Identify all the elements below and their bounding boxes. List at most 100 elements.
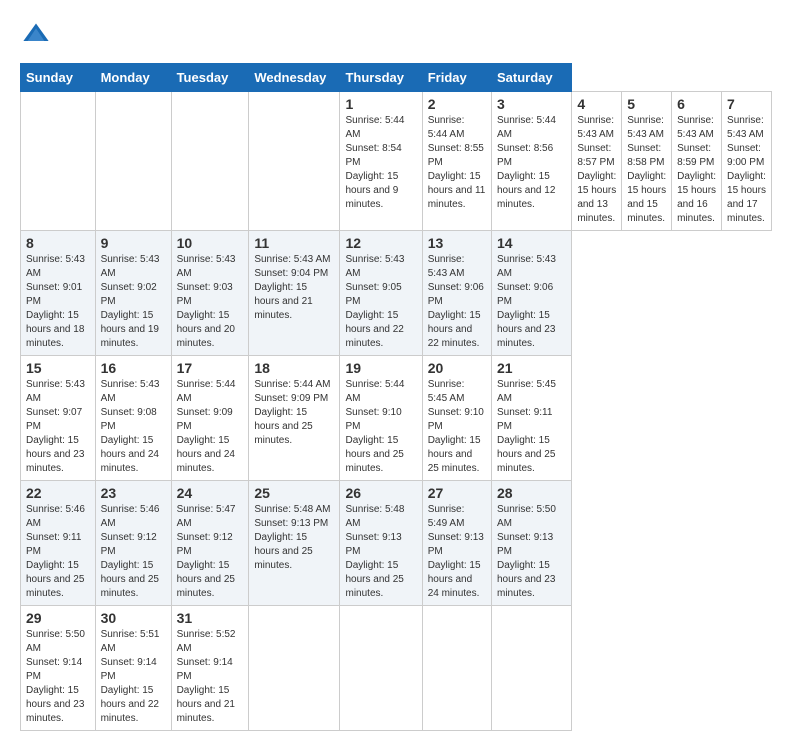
day-number: 19 bbox=[345, 360, 416, 376]
day-info: Sunrise: 5:43 AMSunset: 8:59 PMDaylight:… bbox=[677, 114, 716, 226]
day-info: Sunrise: 5:50 AMSunset: 9:13 PMDaylight:… bbox=[497, 503, 566, 601]
day-info: Sunrise: 5:43 AMSunset: 9:03 PMDaylight:… bbox=[177, 253, 244, 351]
empty-cell bbox=[249, 92, 340, 231]
day-cell-12: 12Sunrise: 5:43 AMSunset: 9:05 PMDayligh… bbox=[340, 231, 422, 356]
day-info: Sunrise: 5:48 AMSunset: 9:13 PMDaylight:… bbox=[254, 503, 334, 573]
day-info: Sunrise: 5:43 AMSunset: 9:08 PMDaylight:… bbox=[101, 378, 166, 476]
day-info: Sunrise: 5:43 AMSunset: 9:02 PMDaylight:… bbox=[101, 253, 166, 351]
day-cell-20: 20 Sunrise: 5:45 AMSunset: 9:10 PMDayligh… bbox=[422, 356, 491, 481]
day-number: 27 bbox=[428, 485, 486, 501]
day-info: Sunrise: 5:45 AMSunset: 9:10 PMDaylight:… bbox=[428, 378, 486, 476]
day-info: Sunrise: 5:43 AMSunset: 8:58 PMDaylight:… bbox=[627, 114, 666, 226]
day-number: 18 bbox=[254, 360, 334, 376]
logo bbox=[20, 20, 50, 53]
header-day-sunday: Sunday bbox=[21, 64, 96, 92]
calendar-table: SundayMondayTuesdayWednesdayThursdayFrid… bbox=[20, 63, 772, 731]
day-cell-3: 3 Sunrise: 5:44 AMSunset: 8:56 PMDaylight… bbox=[492, 92, 572, 231]
day-cell-10: 10Sunrise: 5:43 AMSunset: 9:03 PMDayligh… bbox=[171, 231, 249, 356]
day-cell-27: 27Sunrise: 5:49 AMSunset: 9:13 PMDayligh… bbox=[422, 481, 491, 606]
day-info: Sunrise: 5:43 AMSunset: 9:06 PMDaylight:… bbox=[497, 253, 566, 351]
empty-cell bbox=[422, 606, 491, 731]
calendar-body: 1Sunrise: 5:44 AMSunset: 8:54 PMDaylight… bbox=[21, 92, 772, 731]
header-day-friday: Friday bbox=[422, 64, 491, 92]
week-row-1: 8Sunrise: 5:43 AMSunset: 9:01 PMDaylight… bbox=[21, 231, 772, 356]
day-info: Sunrise: 5:46 AMSunset: 9:11 PMDaylight:… bbox=[26, 503, 90, 601]
day-cell-25: 25Sunrise: 5:48 AMSunset: 9:13 PMDayligh… bbox=[249, 481, 340, 606]
day-info: Sunrise: 5:44 AMSunset: 8:55 PMDaylight:… bbox=[428, 114, 486, 212]
day-number: 12 bbox=[345, 235, 416, 251]
day-number: 2 bbox=[428, 96, 486, 112]
day-number: 13 bbox=[428, 235, 486, 251]
day-number: 17 bbox=[177, 360, 244, 376]
day-number: 22 bbox=[26, 485, 90, 501]
day-info: Sunrise: 5:43 AMSunset: 9:00 PMDaylight:… bbox=[727, 114, 766, 226]
day-cell-2: 2 Sunrise: 5:44 AMSunset: 8:55 PMDaylight… bbox=[422, 92, 491, 231]
week-row-0: 1Sunrise: 5:44 AMSunset: 8:54 PMDaylight… bbox=[21, 92, 772, 231]
day-info: Sunrise: 5:43 AMSunset: 9:07 PMDaylight:… bbox=[26, 378, 90, 476]
header-day-saturday: Saturday bbox=[492, 64, 572, 92]
day-cell-30: 30 Sunrise: 5:51 AMSunset: 9:14 PMDayligh… bbox=[95, 606, 171, 731]
day-number: 11 bbox=[254, 235, 334, 251]
day-info: Sunrise: 5:44 AMSunset: 8:56 PMDaylight:… bbox=[497, 114, 566, 212]
empty-cell bbox=[340, 606, 422, 731]
day-number: 23 bbox=[101, 485, 166, 501]
day-number: 5 bbox=[627, 96, 666, 112]
header-day-tuesday: Tuesday bbox=[171, 64, 249, 92]
day-cell-15: 15Sunrise: 5:43 AMSunset: 9:07 PMDayligh… bbox=[21, 356, 96, 481]
empty-cell bbox=[95, 92, 171, 231]
day-number: 3 bbox=[497, 96, 566, 112]
empty-cell bbox=[249, 606, 340, 731]
day-number: 24 bbox=[177, 485, 244, 501]
day-cell-24: 24 Sunrise: 5:47 AMSunset: 9:12 PMDayligh… bbox=[171, 481, 249, 606]
day-cell-31: 31 Sunrise: 5:52 AMSunset: 9:14 PMDayligh… bbox=[171, 606, 249, 731]
day-number: 31 bbox=[177, 610, 244, 626]
day-number: 21 bbox=[497, 360, 566, 376]
page-header bbox=[20, 20, 772, 53]
day-cell-4: 4Sunrise: 5:43 AMSunset: 8:57 PMDaylight… bbox=[572, 92, 622, 231]
day-cell-1: 1Sunrise: 5:44 AMSunset: 8:54 PMDaylight… bbox=[340, 92, 422, 231]
day-info: Sunrise: 5:46 AMSunset: 9:12 PMDaylight:… bbox=[101, 503, 166, 601]
day-cell-6: 6 Sunrise: 5:43 AMSunset: 8:59 PMDaylight… bbox=[672, 92, 722, 231]
day-cell-13: 13 Sunrise: 5:43 AMSunset: 9:06 PMDayligh… bbox=[422, 231, 491, 356]
day-info: Sunrise: 5:50 AMSunset: 9:14 PMDaylight:… bbox=[26, 628, 90, 726]
day-cell-8: 8Sunrise: 5:43 AMSunset: 9:01 PMDaylight… bbox=[21, 231, 96, 356]
week-row-3: 22 Sunrise: 5:46 AMSunset: 9:11 PMDayligh… bbox=[21, 481, 772, 606]
day-cell-18: 18 Sunrise: 5:44 AMSunset: 9:09 PMDayligh… bbox=[249, 356, 340, 481]
week-row-2: 15Sunrise: 5:43 AMSunset: 9:07 PMDayligh… bbox=[21, 356, 772, 481]
day-info: Sunrise: 5:48 AMSunset: 9:13 PMDaylight:… bbox=[345, 503, 416, 601]
day-info: Sunrise: 5:44 AMSunset: 9:09 PMDaylight:… bbox=[177, 378, 244, 476]
day-cell-28: 28 Sunrise: 5:50 AMSunset: 9:13 PMDayligh… bbox=[492, 481, 572, 606]
day-cell-23: 23 Sunrise: 5:46 AMSunset: 9:12 PMDayligh… bbox=[95, 481, 171, 606]
day-cell-22: 22 Sunrise: 5:46 AMSunset: 9:11 PMDayligh… bbox=[21, 481, 96, 606]
day-info: Sunrise: 5:51 AMSunset: 9:14 PMDaylight:… bbox=[101, 628, 166, 726]
day-info: Sunrise: 5:47 AMSunset: 9:12 PMDaylight:… bbox=[177, 503, 244, 601]
week-row-4: 29Sunrise: 5:50 AMSunset: 9:14 PMDayligh… bbox=[21, 606, 772, 731]
day-info: Sunrise: 5:52 AMSunset: 9:14 PMDaylight:… bbox=[177, 628, 244, 726]
day-number: 1 bbox=[345, 96, 416, 112]
day-number: 20 bbox=[428, 360, 486, 376]
day-number: 30 bbox=[101, 610, 166, 626]
day-number: 26 bbox=[345, 485, 416, 501]
day-cell-26: 26 Sunrise: 5:48 AMSunset: 9:13 PMDayligh… bbox=[340, 481, 422, 606]
day-cell-5: 5 Sunrise: 5:43 AMSunset: 8:58 PMDaylight… bbox=[622, 92, 672, 231]
header-day-thursday: Thursday bbox=[340, 64, 422, 92]
day-info: Sunrise: 5:43 AMSunset: 8:57 PMDaylight:… bbox=[577, 114, 616, 226]
day-info: Sunrise: 5:43 AMSunset: 9:06 PMDaylight:… bbox=[428, 253, 486, 351]
day-number: 6 bbox=[677, 96, 716, 112]
day-cell-16: 16 Sunrise: 5:43 AMSunset: 9:08 PMDayligh… bbox=[95, 356, 171, 481]
day-info: Sunrise: 5:43 AMSunset: 9:04 PMDaylight:… bbox=[254, 253, 334, 323]
day-number: 7 bbox=[727, 96, 766, 112]
header-row: SundayMondayTuesdayWednesdayThursdayFrid… bbox=[21, 64, 772, 92]
empty-cell bbox=[171, 92, 249, 231]
day-cell-7: 7 Sunrise: 5:43 AMSunset: 9:00 PMDaylight… bbox=[722, 92, 772, 231]
day-number: 28 bbox=[497, 485, 566, 501]
day-cell-17: 17 Sunrise: 5:44 AMSunset: 9:09 PMDayligh… bbox=[171, 356, 249, 481]
day-info: Sunrise: 5:45 AMSunset: 9:11 PMDaylight:… bbox=[497, 378, 566, 476]
day-number: 16 bbox=[101, 360, 166, 376]
day-cell-9: 9Sunrise: 5:43 AMSunset: 9:02 PMDaylight… bbox=[95, 231, 171, 356]
day-cell-11: 11 Sunrise: 5:43 AMSunset: 9:04 PMDayligh… bbox=[249, 231, 340, 356]
day-cell-29: 29Sunrise: 5:50 AMSunset: 9:14 PMDayligh… bbox=[21, 606, 96, 731]
day-info: Sunrise: 5:44 AMSunset: 9:09 PMDaylight:… bbox=[254, 378, 334, 448]
logo-icon bbox=[22, 20, 50, 48]
day-number: 8 bbox=[26, 235, 90, 251]
